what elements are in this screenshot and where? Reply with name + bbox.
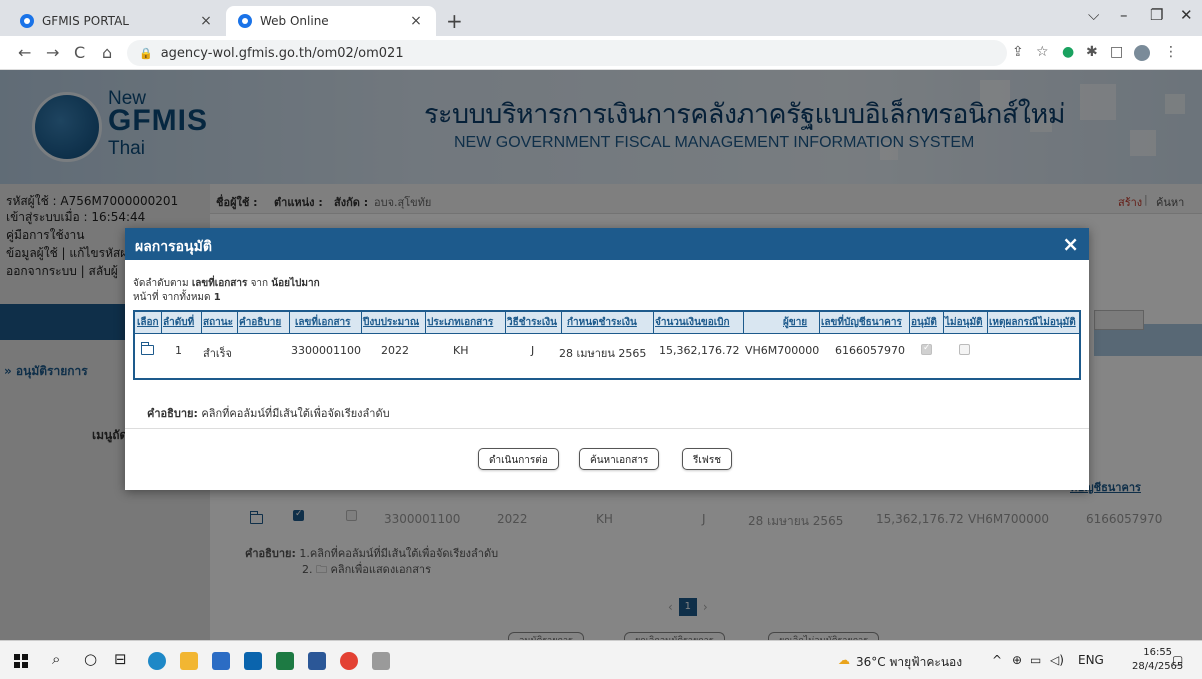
bookmark-star-icon[interactable]: ☆ [1036,44,1049,60]
tab-title: Web Online [260,14,329,28]
word-icon[interactable] [308,652,326,670]
mail-icon[interactable] [244,652,262,670]
sort-order: น้อยไปมาก [271,278,320,289]
favicon-icon [238,14,252,28]
store-icon[interactable] [212,652,230,670]
menu-kebab-icon[interactable]: ⋮ [1164,44,1178,60]
search-document-button[interactable]: ค้นหาเอกสาร [579,448,660,470]
desc-text: คลิกที่คอลัมน์ที่มีเส้นใต้เพื่อจัดเรียงล… [201,407,390,420]
tray-caret-icon[interactable]: ^ [992,653,1002,667]
tab-search-icon[interactable]: ⌵ [1088,6,1099,24]
continue-button[interactable]: ดำเนินการต่อ [478,448,559,470]
col-doc-type[interactable]: ประเภทเอกสาร [427,315,493,330]
col-description[interactable]: คำอธิบาย [239,315,281,330]
col-pay-method[interactable]: วิธีชำระเงิน [507,315,557,330]
reload-button[interactable]: C [74,43,85,62]
notifications-icon[interactable]: ▢ [1172,653,1183,667]
col-bank-account[interactable]: เลขที่บัญชีธนาคาร [821,315,902,330]
row-year: 2022 [381,344,409,357]
col-select[interactable]: เลือก [137,315,159,330]
row-doc-no: 3300001100 [291,344,361,357]
row-seq: 1 [175,344,182,357]
weather-icon[interactable]: ☁ [838,653,850,667]
row-doc-type: KH [453,344,469,357]
close-tab-icon[interactable]: × [408,13,424,29]
col-doc-no[interactable]: เลขที่เอกสาร [295,315,351,330]
volume-icon[interactable]: ◁) [1050,653,1064,667]
extensions-puzzle-icon[interactable]: ✱ [1086,44,1098,60]
close-tab-icon[interactable]: × [198,13,214,29]
col-amount[interactable]: จำนวนเงินขอเบิก [655,315,730,330]
dialog-title: ผลการอนุมัติ [135,239,212,255]
tab-title: GFMIS PORTAL [42,14,129,28]
display-icon[interactable]: ▭ [1030,653,1041,667]
language-indicator[interactable]: ENG [1078,653,1104,667]
dialog-description: คำอธิบาย: คลิกที่คอลัมน์ที่มีเส้นใต้เพื่… [147,404,390,422]
edge-icon[interactable] [148,652,166,670]
file-explorer-icon[interactable] [180,652,198,670]
col-due-date[interactable]: กำหนดชำระเงิน [567,315,637,330]
document-folder-icon[interactable] [141,342,154,355]
forward-button[interactable]: → [46,43,59,62]
minimize-button[interactable]: – [1120,6,1128,24]
search-icon[interactable]: ⌕ [52,650,60,668]
sort-from: จาก [250,278,269,289]
browser-tab-bar: GFMIS PORTAL × Web Online × + ⌵ – ❐ ✕ [0,0,1202,36]
url-input[interactable]: 🔒 agency-wol.gfmis.go.th/om02/om021 [127,40,1007,66]
page-total: 1 [213,292,221,303]
lock-icon: 🔒 [139,46,153,60]
weather-text[interactable]: 36°C พายุฟ้าคะนอง [856,653,962,672]
cortana-icon[interactable]: ○ [84,650,97,668]
close-window-button[interactable]: ✕ [1180,6,1193,24]
col-approve[interactable]: อนุมัติ [911,315,937,330]
close-icon[interactable]: × [1062,232,1079,256]
table-header: เลือก ลำดับที่ สถานะ คำอธิบาย เลขที่เอกส… [135,312,1079,334]
col-not-approve[interactable]: ไม่อนุมัติ [945,315,983,330]
col-reject-reason[interactable]: เหตุผลกรณีไม่อนุมัติ [989,315,1076,330]
share-icon[interactable]: ⇪ [1012,44,1024,60]
tab-web-online[interactable]: Web Online × [226,6,436,36]
row-vendor: VH6M700000 [745,344,820,357]
address-bar-row: ← → C ⌂ 🔒 agency-wol.gfmis.go.th/om02/om… [0,36,1202,70]
col-status[interactable]: สถานะ [203,315,233,330]
back-button[interactable]: ← [18,43,31,62]
row-amount: 15,362,176.72 [659,344,740,357]
task-view-icon[interactable]: ⊟ [114,650,127,668]
refresh-button[interactable]: รีเฟรช [682,448,733,470]
profile-avatar[interactable] [1134,45,1150,61]
col-year[interactable]: ปีงบประมาณ [363,315,419,330]
desc-label: คำอธิบาย: [147,407,198,420]
dialog-divider [125,428,1089,429]
new-tab-button[interactable]: + [446,9,463,33]
excel-icon[interactable] [276,652,294,670]
extension-icon[interactable]: ● [1062,44,1074,60]
page-info-prefix: หน้าที่ จากทั้งหมด [133,292,211,303]
approved-checkbox [921,343,932,355]
network-icon[interactable]: ⊕ [1012,653,1022,667]
sort-field: เลขที่เอกสาร [191,278,248,289]
calculator-icon[interactable] [372,652,390,670]
approval-result-dialog: ผลการอนุมัติ × จัดลำดับตาม เลขที่เอกสาร … [125,228,1089,490]
side-panel-icon[interactable]: □ [1110,44,1123,60]
row-status: สำเร็จ [203,347,233,360]
chrome-icon[interactable] [340,652,358,670]
windows-start-icon[interactable] [14,654,28,668]
col-vendor[interactable]: ผู้ขาย [783,315,807,330]
url-text: agency-wol.gfmis.go.th/om02/om021 [160,45,404,61]
row-bank-account: 6166057970 [835,344,905,357]
not-approved-checkbox [959,344,970,355]
row-due-date: 28 เมษายน 2565 [559,347,647,360]
dialog-header: ผลการอนุมัติ × [125,228,1089,260]
row-pay-method: J [531,344,535,357]
restore-button[interactable]: ❐ [1150,6,1163,24]
sort-info: จัดลำดับตาม เลขที่เอกสาร จาก น้อยไปมาก [133,276,320,291]
windows-taskbar: ⌕ ○ ⊟ ☁ 36°C พายุฟ้าคะนอง ^ ⊕ ▭ ◁) ENG 1… [0,640,1202,679]
favicon-icon [20,14,34,28]
page-info: หน้าที่ จากทั้งหมด 1 [133,290,221,305]
col-seq[interactable]: ลำดับที่ [163,315,194,330]
home-button[interactable]: ⌂ [102,43,112,62]
result-table: เลือก ลำดับที่ สถานะ คำอธิบาย เลขที่เอกส… [133,310,1081,380]
tab-gfmis-portal[interactable]: GFMIS PORTAL × [8,6,226,36]
sort-prefix: จัดลำดับตาม [133,278,189,289]
